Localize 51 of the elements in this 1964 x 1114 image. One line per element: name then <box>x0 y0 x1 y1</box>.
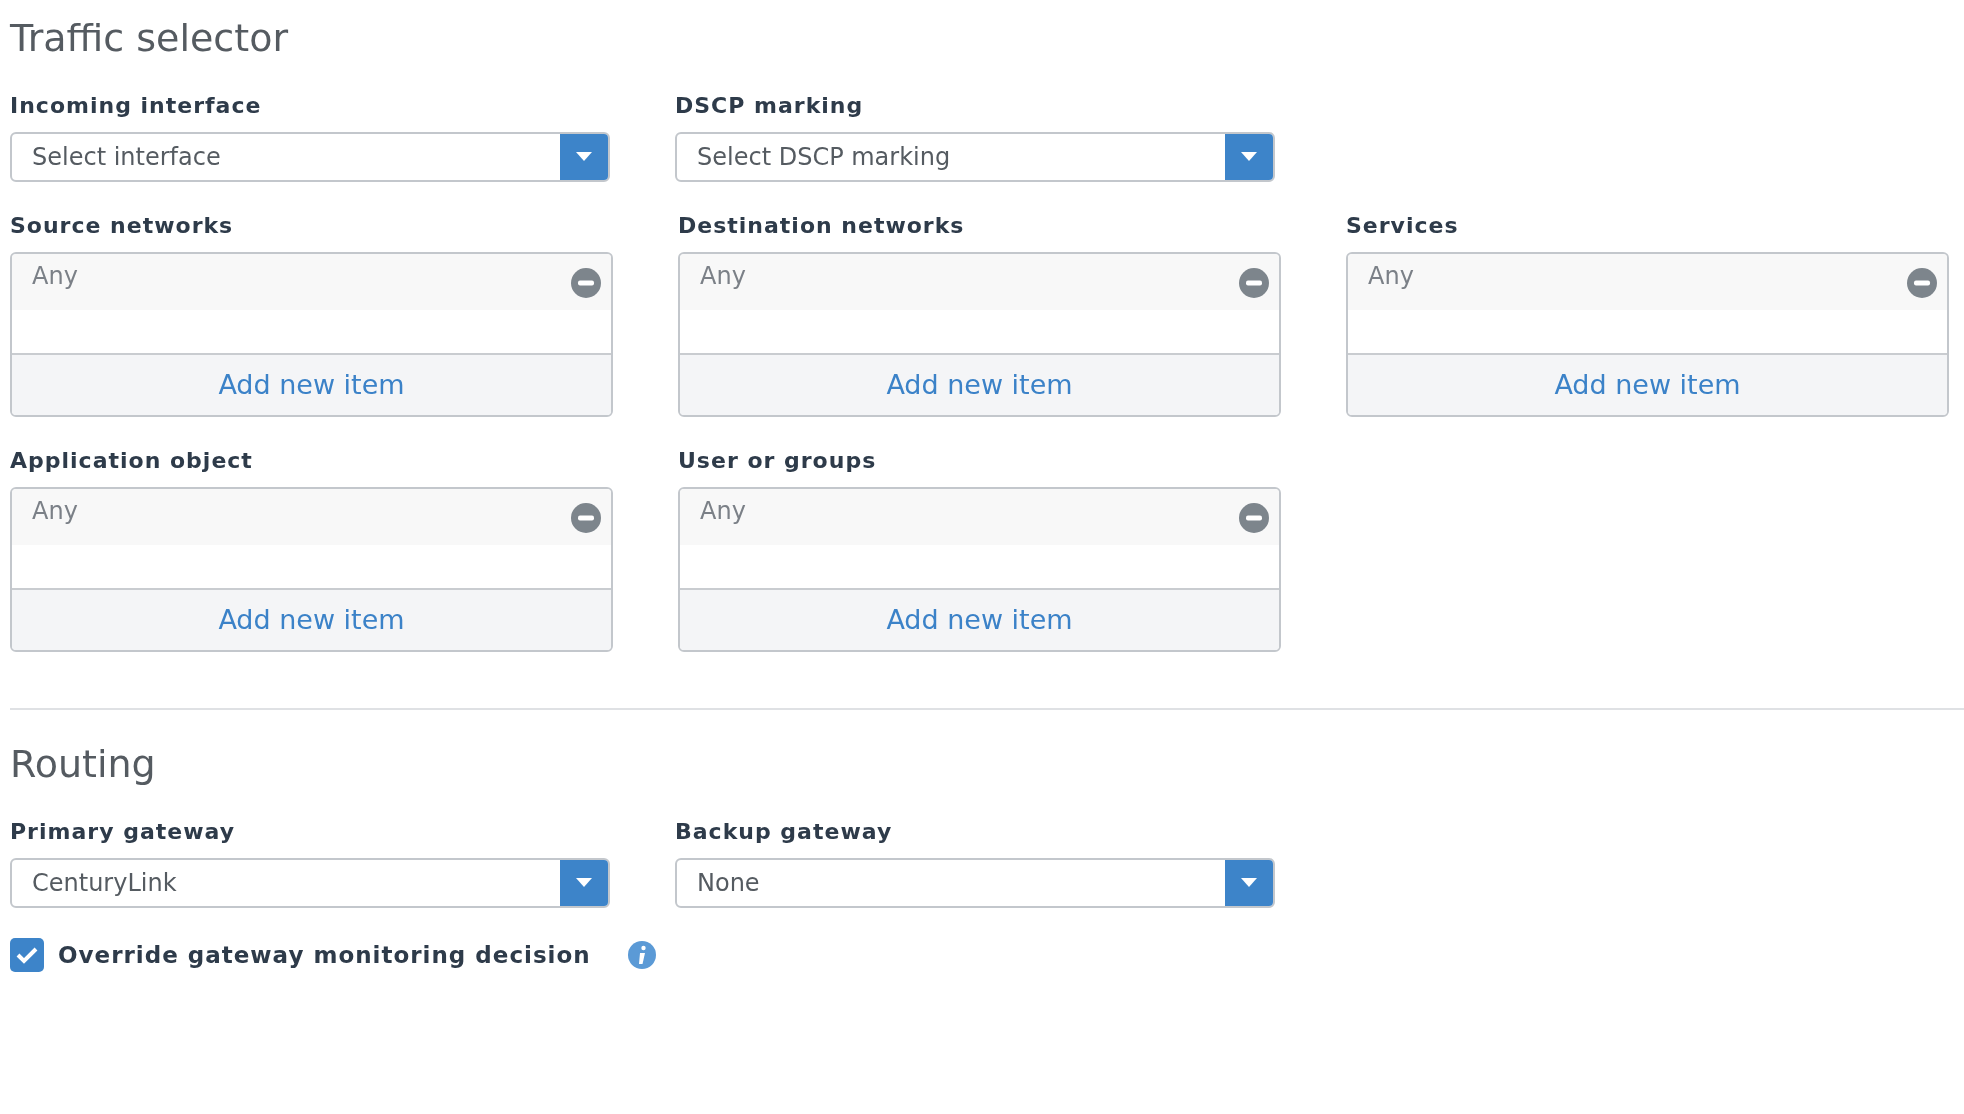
field-label: Incoming interface <box>10 92 263 120</box>
add-new-item-button[interactable]: Add new item <box>680 588 1279 650</box>
dropdown-button[interactable] <box>560 860 608 906</box>
list-item[interactable]: Any <box>1348 254 1947 310</box>
field-label: User or groups <box>678 447 878 475</box>
remove-icon[interactable] <box>571 503 601 533</box>
field-label: Services <box>1346 212 1460 240</box>
add-new-item-button[interactable]: Add new item <box>680 353 1279 415</box>
list-item[interactable]: Any <box>12 489 611 545</box>
remove-icon[interactable] <box>571 268 601 298</box>
list-item-text: Any <box>700 496 746 527</box>
caret-down-icon <box>576 152 592 162</box>
remove-icon[interactable] <box>1907 268 1937 298</box>
dropdown[interactable]: Select interface <box>10 132 610 182</box>
list-item-text: Any <box>32 496 78 527</box>
list-item-text: Any <box>32 261 78 292</box>
field-label: Primary gateway <box>10 818 236 846</box>
dropdown[interactable]: CenturyLink <box>10 858 610 908</box>
dropdown-button[interactable] <box>560 134 608 180</box>
dropdown[interactable]: Select DSCP marking <box>675 132 1275 182</box>
field-label: Destination networks <box>678 212 966 240</box>
field-label: Application object <box>10 447 254 475</box>
dropdown[interactable]: None <box>675 858 1275 908</box>
remove-icon[interactable] <box>1239 503 1269 533</box>
caret-down-icon <box>1241 152 1257 162</box>
dropdown-placeholder: Select interface <box>31 142 222 173</box>
list-item-text: Any <box>700 261 746 292</box>
list-item[interactable]: Any <box>680 489 1279 545</box>
remove-icon[interactable] <box>1239 268 1269 298</box>
field-label: DSCP marking <box>675 92 865 120</box>
section-title: Routing <box>10 741 157 788</box>
caret-down-icon <box>576 878 592 888</box>
dropdown-value: CenturyLink <box>31 868 178 899</box>
dropdown-placeholder: Select DSCP marking <box>696 142 952 173</box>
list-item-text: Any <box>1368 261 1414 292</box>
caret-down-icon <box>1241 878 1257 888</box>
list-item[interactable]: Any <box>680 254 1279 310</box>
checkbox-label: Override gateway monitoring decision <box>58 941 591 970</box>
check-icon <box>16 946 38 965</box>
add-new-item-button[interactable]: Add new item <box>12 353 611 415</box>
dropdown-button[interactable] <box>1225 860 1273 906</box>
list-item[interactable]: Any <box>12 254 611 310</box>
field-label: Source networks <box>10 212 235 240</box>
dropdown-value: None <box>696 868 761 899</box>
add-new-item-button[interactable]: Add new item <box>1348 353 1947 415</box>
info-icon[interactable] <box>626 940 657 971</box>
checkbox[interactable] <box>10 938 44 973</box>
field-label: Backup gateway <box>675 818 894 846</box>
dropdown-button[interactable] <box>1225 134 1273 180</box>
add-new-item-button[interactable]: Add new item <box>12 588 611 650</box>
section-title: Traffic selector <box>10 15 290 62</box>
